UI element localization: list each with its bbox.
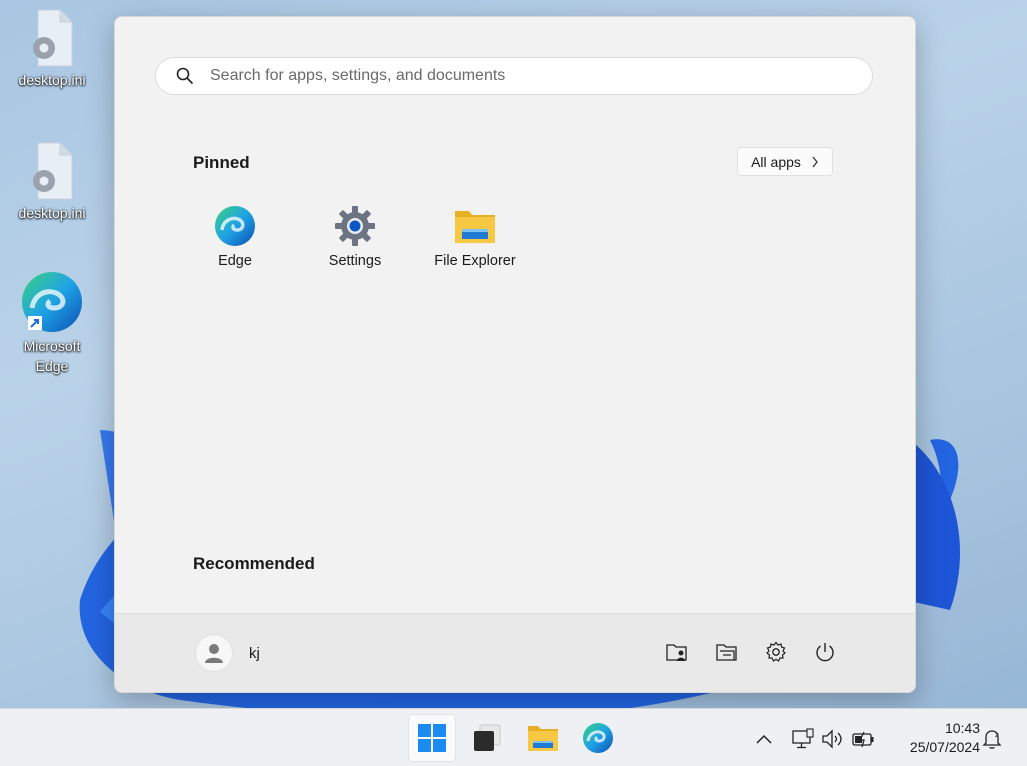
svg-text:z: z xyxy=(995,731,999,739)
user-folder-icon xyxy=(666,644,687,661)
power-icon xyxy=(816,643,834,662)
documents-button[interactable] xyxy=(715,640,739,664)
recommended-title: Recommended xyxy=(193,554,315,573)
taskbar-terminal[interactable] xyxy=(463,714,511,762)
volume-button[interactable] xyxy=(821,727,845,751)
clock[interactable]: 10:43 25/07/2024 xyxy=(884,719,980,757)
chevron-right-icon xyxy=(812,156,818,167)
windows-start-icon xyxy=(418,724,446,752)
clock-date: 25/07/2024 xyxy=(909,739,980,755)
network-icon xyxy=(792,728,814,749)
pinned-app-file-explorer[interactable]: File Explorer xyxy=(415,205,535,269)
user-folder-button[interactable] xyxy=(665,640,689,664)
pinned-app-edge[interactable]: Edge xyxy=(175,205,295,269)
settings-file-icon xyxy=(33,142,73,200)
desktop-icon-label: desktop.ini xyxy=(18,72,86,88)
desktop-icon-label: Microsoft Edge xyxy=(23,338,81,374)
taskbar-edge[interactable] xyxy=(574,714,622,762)
desktop-icon-desktop-ini-1[interactable]: desktop.ini xyxy=(12,8,92,90)
pinned-app-label: Settings xyxy=(328,253,382,269)
notifications-button[interactable]: z xyxy=(980,727,1004,751)
start-menu-footer: kj xyxy=(115,613,915,692)
pinned-title: Pinned xyxy=(193,153,250,172)
all-apps-label: All apps xyxy=(751,153,801,170)
settings-gear-icon xyxy=(335,206,375,246)
desktop-icon-label: desktop.ini xyxy=(18,205,86,221)
volume-icon xyxy=(822,729,842,749)
taskbar: 10:43 25/07/2024 z xyxy=(0,708,1027,766)
desktop-icon-desktop-ini-2[interactable]: desktop.ini xyxy=(12,141,92,223)
battery-icon xyxy=(852,731,874,748)
user-account-button[interactable]: kj xyxy=(195,634,260,672)
clock-time: 10:43 xyxy=(944,720,980,736)
pinned-app-label: Edge xyxy=(218,253,252,269)
file-explorer-icon xyxy=(528,726,558,751)
avatar xyxy=(195,634,233,672)
network-button[interactable] xyxy=(791,727,815,751)
pinned-app-label: File Explorer xyxy=(434,253,516,269)
power-button[interactable] xyxy=(813,640,837,664)
settings-icon xyxy=(766,641,786,662)
search-input[interactable] xyxy=(208,66,872,86)
chevron-up-icon xyxy=(756,734,772,744)
search-icon xyxy=(176,67,194,85)
settings-file-icon xyxy=(33,9,73,67)
documents-folder-icon xyxy=(716,644,737,661)
search-box[interactable] xyxy=(155,57,873,95)
edge-shortcut-icon xyxy=(22,272,82,332)
taskbar-file-explorer[interactable] xyxy=(519,714,567,762)
battery-button[interactable] xyxy=(851,727,875,751)
edge-icon xyxy=(215,206,255,246)
start-menu: Pinned All apps Edge xyxy=(114,16,916,693)
notification-bell-icon: z xyxy=(982,730,1002,749)
user-icon xyxy=(205,644,223,663)
terminal-icon xyxy=(474,724,501,751)
folder-icon xyxy=(455,211,495,243)
pinned-app-settings[interactable]: Settings xyxy=(295,205,415,269)
desktop-icon-microsoft-edge[interactable]: Microsoft Edge xyxy=(12,270,92,376)
start-button[interactable] xyxy=(408,714,456,762)
edge-icon xyxy=(583,723,613,753)
user-name: kj xyxy=(249,644,260,662)
show-hidden-icons-button[interactable] xyxy=(752,727,776,751)
all-apps-button[interactable]: All apps xyxy=(737,147,833,176)
settings-button[interactable] xyxy=(764,640,788,664)
